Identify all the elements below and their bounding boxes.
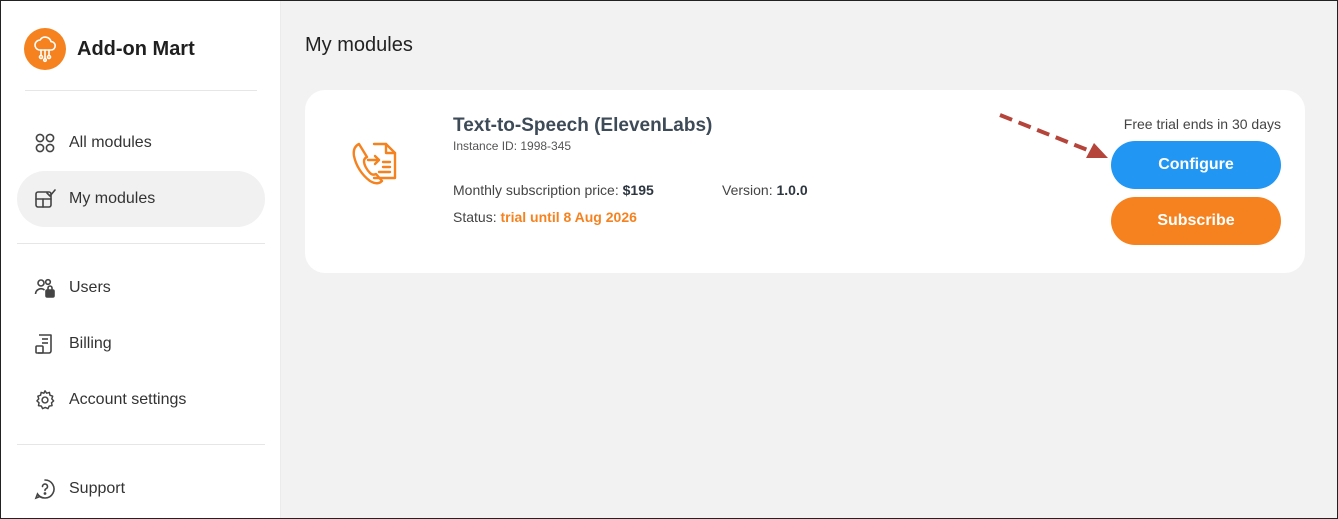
my-modules-icon: [34, 188, 56, 210]
sidebar-item-all-modules[interactable]: All modules: [17, 115, 265, 171]
sidebar-item-label: My modules: [69, 190, 156, 207]
sidebar-divider: [17, 243, 265, 244]
module-name: Text-to-Speech (ElevenLabs): [453, 115, 713, 136]
page-title: My modules: [305, 34, 413, 56]
price-value: $195: [622, 182, 654, 198]
price-row: Monthly subscription price: $195: [453, 182, 654, 198]
status-row: Status: trial until 8 Aug 2026: [453, 209, 637, 225]
version-value: 1.0.0: [776, 182, 808, 198]
phone-document-icon: [349, 136, 407, 194]
configure-button[interactable]: Configure: [1111, 141, 1281, 189]
sidebar-item-label: Account settings: [69, 391, 187, 408]
sidebar-item-label: Billing: [69, 335, 112, 352]
sidebar-item-label: Support: [69, 480, 126, 497]
version-label: Version:: [722, 182, 773, 198]
status-value: trial until 8 Aug 2026: [500, 209, 637, 225]
app-window: Add-on Mart All modules My modules Users…: [0, 0, 1338, 519]
sidebar: Add-on Mart All modules My modules Users…: [1, 1, 281, 518]
brand[interactable]: Add-on Mart: [24, 28, 195, 70]
app-name: Add-on Mart: [77, 37, 195, 60]
sidebar-divider: [25, 90, 257, 91]
gear-icon: [34, 389, 56, 411]
sidebar-divider: [17, 444, 265, 445]
instance-id: Instance ID: 1998-345: [453, 139, 572, 153]
grid-circles-icon: [34, 132, 56, 154]
sidebar-item-label: All modules: [69, 134, 152, 151]
version-row: Version: 1.0.0: [722, 182, 808, 198]
users-lock-icon: [34, 277, 56, 299]
module-card: Text-to-Speech (ElevenLabs) Instance ID:…: [305, 90, 1305, 273]
sidebar-item-account-settings[interactable]: Account settings: [17, 372, 265, 428]
trial-note: Free trial ends in 30 days: [1123, 116, 1281, 132]
sidebar-item-my-modules[interactable]: My modules: [17, 171, 265, 227]
status-label: Status:: [453, 209, 497, 225]
price-label: Monthly subscription price:: [453, 182, 619, 198]
sidebar-item-users[interactable]: Users: [17, 260, 265, 316]
help-circle-icon: [34, 478, 56, 500]
main-content: My modules Text-to-Speech (ElevenLabs) I…: [281, 1, 1337, 518]
billing-icon: [34, 333, 56, 355]
sidebar-item-label: Users: [69, 279, 111, 296]
sidebar-item-support[interactable]: Support: [17, 461, 265, 517]
cloud-network-logo-icon: [24, 28, 66, 70]
sidebar-item-billing[interactable]: Billing: [17, 316, 265, 372]
subscribe-button[interactable]: Subscribe: [1111, 197, 1281, 245]
